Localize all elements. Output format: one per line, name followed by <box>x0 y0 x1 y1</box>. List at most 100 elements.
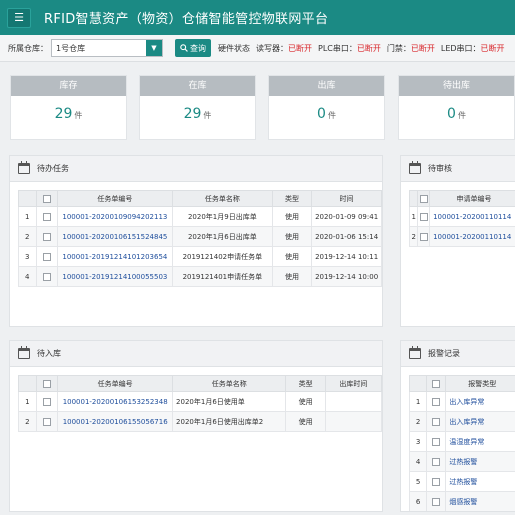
table-row[interactable]: 1 出入库异常 <box>408 391 515 412</box>
alarm-type-link[interactable]: 烟感报警 <box>445 491 515 511</box>
col-out-time[interactable]: 出库时间 <box>324 375 382 392</box>
task-time: 2020-01-06 15:14 <box>311 226 382 247</box>
panel-alarm-records: 报警记录 报警类型 1 出入库异常 2 出入库异常 3 温湿度异常 4 过热报警… <box>400 340 515 512</box>
task-id-link[interactable]: 100001-20200106155056716 <box>57 411 174 432</box>
hw-reader-name: 读写器： <box>256 43 288 53</box>
row-select[interactable] <box>417 226 431 247</box>
row-checkbox[interactable] <box>42 272 51 281</box>
task-out-time <box>324 411 382 432</box>
row-checkbox[interactable] <box>42 397 51 406</box>
table-row[interactable]: 1 100001-20200109094202113 2020年1月9日出库单 … <box>18 206 382 227</box>
row-checkbox[interactable] <box>42 232 51 241</box>
col-select[interactable] <box>35 190 59 207</box>
alarm-type-link[interactable]: 出入库异常 <box>445 391 515 412</box>
col-task-id[interactable]: 任务单编号 <box>57 190 173 207</box>
row-select[interactable] <box>426 411 447 432</box>
row-checkbox[interactable] <box>432 437 441 446</box>
col-select[interactable] <box>35 375 59 392</box>
row-select[interactable] <box>35 246 59 267</box>
panel-title: 待办任务 <box>37 164 69 173</box>
pending-review-table: 申请单编号 1 100001-20200110114 2 100001-2020… <box>408 190 515 247</box>
col-task-id[interactable]: 任务单编号 <box>57 375 174 392</box>
col-select[interactable] <box>417 190 431 207</box>
table-row[interactable]: 4 过热报警 <box>408 451 515 472</box>
row-select[interactable] <box>426 471 447 492</box>
task-id-link[interactable]: 100001-20200106153252348 <box>57 391 174 412</box>
table-row[interactable]: 5 过热报警 <box>408 471 515 492</box>
table-row[interactable]: 3 100001-20191214101203654 2019121402申请任… <box>18 246 382 267</box>
stat-card-outbound: 出库 0件 <box>268 75 385 140</box>
warehouse-select[interactable]: 1号仓库 ▼ <box>51 39 163 57</box>
row-checkbox[interactable] <box>419 232 428 241</box>
table-row[interactable]: 1 100001-20200110114 <box>408 206 515 227</box>
row-checkbox[interactable] <box>42 417 51 426</box>
request-id-link[interactable]: 100001-20200110114 <box>429 206 515 227</box>
chevron-down-icon[interactable]: ▼ <box>146 40 162 56</box>
select-all-checkbox[interactable] <box>419 194 428 203</box>
col-type[interactable]: 类型 <box>271 190 313 207</box>
alarm-type-link[interactable]: 温湿度异常 <box>445 431 515 452</box>
col-select[interactable] <box>426 375 447 392</box>
col-time[interactable]: 时间 <box>311 190 382 207</box>
table-row[interactable]: 2 出入库异常 <box>408 411 515 432</box>
row-checkbox[interactable] <box>432 457 441 466</box>
select-all-checkbox[interactable] <box>432 379 441 388</box>
request-id-link[interactable]: 100001-20200110114 <box>429 226 515 247</box>
task-id-link[interactable]: 100001-20200106151524845 <box>57 226 173 247</box>
col-index <box>408 375 428 392</box>
col-request-id[interactable]: 申请单编号 <box>429 190 515 207</box>
row-checkbox[interactable] <box>42 252 51 261</box>
task-id-link[interactable]: 100001-20191214100055503 <box>57 266 173 287</box>
row-select[interactable] <box>35 226 59 247</box>
row-checkbox[interactable] <box>432 497 441 506</box>
pending-tasks-table: 任务单编号 任务单名称 类型 时间 1 100001-2020010909420… <box>18 190 382 287</box>
row-select[interactable] <box>35 206 59 227</box>
row-select[interactable] <box>426 451 447 472</box>
row-select[interactable] <box>426 431 447 452</box>
row-checkbox[interactable] <box>432 397 441 406</box>
task-out-time <box>324 391 382 412</box>
alarm-type-link[interactable]: 过热报警 <box>445 471 515 492</box>
select-all-checkbox[interactable] <box>42 194 51 203</box>
row-select[interactable] <box>35 266 59 287</box>
col-task-name[interactable]: 任务单名称 <box>171 190 273 207</box>
select-all-checkbox[interactable] <box>42 379 51 388</box>
row-checkbox[interactable] <box>432 417 441 426</box>
row-select[interactable] <box>35 411 59 432</box>
row-checkbox[interactable] <box>42 212 51 221</box>
stat-label: 库存 <box>11 76 126 96</box>
row-index: 2 <box>408 226 419 247</box>
toolbar: 所属仓库： 1号仓库 ▼ 查询 硬件状态 读写器：已断开 PLC串口：已断开 门… <box>0 35 515 62</box>
col-task-name[interactable]: 任务单名称 <box>172 375 287 392</box>
row-select[interactable] <box>426 491 447 511</box>
hw-led-name: LED串口： <box>440 43 481 53</box>
table-row[interactable]: 2 100001-20200106155056716 2020年1月6日使用出库… <box>18 411 382 432</box>
alarm-type-link[interactable]: 出入库异常 <box>445 411 515 432</box>
row-select[interactable] <box>35 391 59 412</box>
app-title: RFID智慧资产（物资）仓储智能管控物联网平台 <box>44 12 329 27</box>
menu-icon[interactable]: ☰ <box>7 7 31 28</box>
task-name: 2020年1月9日出库单 <box>171 206 273 227</box>
table-row[interactable]: 2 100001-20200106151524845 2020年1月6日出库单 … <box>18 226 382 247</box>
alarm-records-table: 报警类型 1 出入库异常 2 出入库异常 3 温湿度异常 4 过热报警 5 过热… <box>408 375 515 511</box>
panel-title: 待入库 <box>37 349 61 358</box>
table-row[interactable]: 2 100001-20200110114 <box>408 226 515 247</box>
task-id-link[interactable]: 100001-20200109094202113 <box>57 206 173 227</box>
table-row[interactable]: 1 100001-20200106153252348 2020年1月6日使用单 … <box>18 391 382 412</box>
table-row[interactable]: 4 100001-20191214100055503 2019121401申请任… <box>18 266 382 287</box>
task-id-link[interactable]: 100001-20191214101203654 <box>57 246 173 267</box>
col-alarm-type[interactable]: 报警类型 <box>445 375 515 392</box>
row-select[interactable] <box>417 206 431 227</box>
task-name: 2019121401申请任务单 <box>171 266 273 287</box>
row-index: 3 <box>18 246 37 267</box>
task-time: 2019-12-14 10:11 <box>311 246 382 267</box>
query-button[interactable]: 查询 <box>175 39 211 57</box>
row-select[interactable] <box>426 391 447 412</box>
alarm-type-link[interactable]: 过热报警 <box>445 451 515 472</box>
row-checkbox[interactable] <box>419 212 428 221</box>
table-row[interactable]: 6 烟感报警 <box>408 491 515 511</box>
table-row[interactable]: 3 温湿度异常 <box>408 431 515 452</box>
col-type[interactable]: 类型 <box>285 375 326 392</box>
row-checkbox[interactable] <box>432 477 441 486</box>
panel-title: 报警记录 <box>428 349 460 358</box>
